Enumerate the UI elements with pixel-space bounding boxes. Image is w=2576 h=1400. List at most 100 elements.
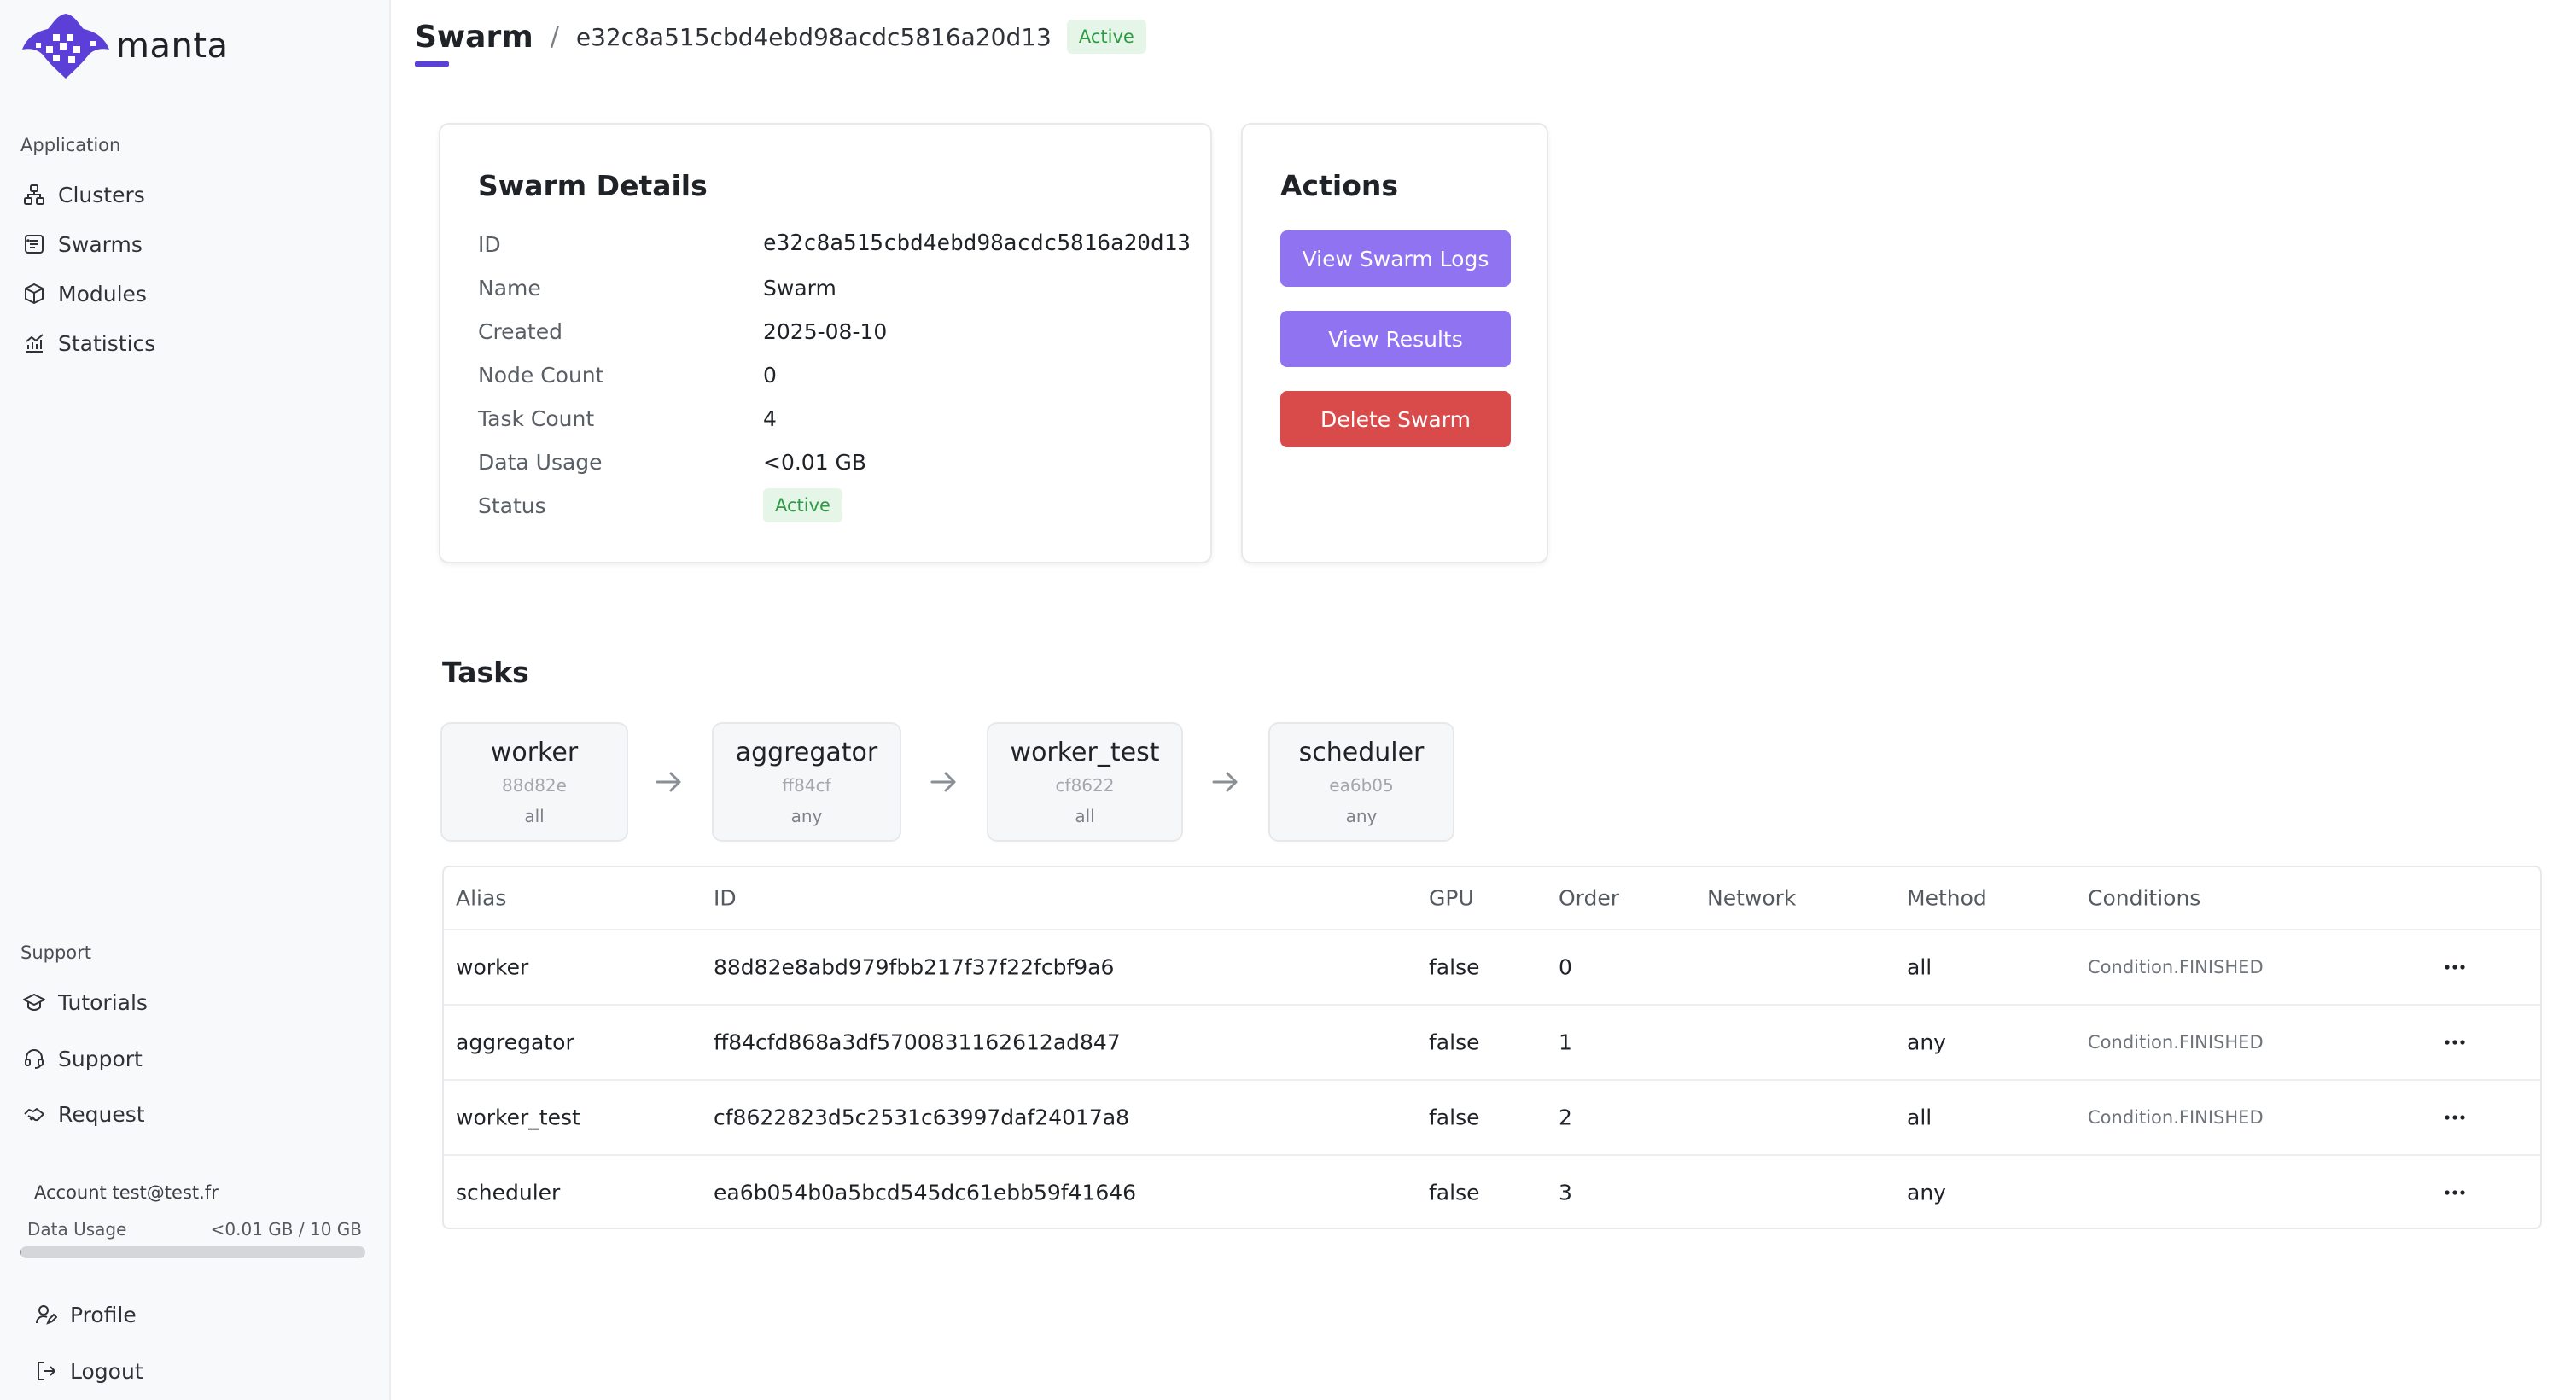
- sidebar-item-label: Profile: [70, 1302, 137, 1327]
- detail-label-id: ID: [478, 232, 501, 257]
- arrow-right-icon: [1212, 772, 1238, 792]
- breadcrumb-root-label: Swarm: [415, 19, 533, 55]
- row-more-options-icon[interactable]: [2438, 954, 2472, 980]
- row-more-options-icon[interactable]: [2438, 1030, 2472, 1055]
- task-node-scheduler[interactable]: scheduler ea6b05 any: [1268, 722, 1454, 842]
- column-header-method: Method: [1907, 885, 1987, 911]
- tasks-title: Tasks: [442, 656, 529, 689]
- data-usage-label: Data Usage: [27, 1219, 127, 1240]
- detail-value-node-count: 0: [763, 363, 777, 388]
- detail-label-created: Created: [478, 319, 562, 344]
- detail-label-node-count: Node Count: [478, 363, 604, 388]
- cell-id: 88d82e8abd979fbb217f37f22fcbf9a6: [714, 954, 1115, 980]
- row-more-options-icon[interactable]: [2438, 1180, 2472, 1205]
- tasks-table: Alias ID GPU Order Network Method Condit…: [442, 866, 2542, 1229]
- breadcrumb-active-underline: [415, 61, 449, 67]
- column-header-id: ID: [714, 885, 737, 911]
- breadcrumb-swarm-id: e32c8a515cbd4ebd98acdc5816a20d13: [575, 22, 1052, 51]
- cell-gpu: false: [1429, 1105, 1480, 1130]
- sidebar-item-modules[interactable]: Modules: [20, 275, 370, 312]
- app-root: manta Application Clusters Swarms Module…: [0, 0, 2576, 1400]
- task-node-worker[interactable]: worker 88d82e all: [440, 722, 628, 842]
- sidebar-item-label: Request: [58, 1101, 145, 1127]
- column-header-network: Network: [1707, 885, 1797, 911]
- task-node-id: ff84cf: [782, 775, 831, 796]
- actions-card: Actions View Swarm Logs View Results Del…: [1241, 123, 1548, 563]
- column-header-order: Order: [1559, 885, 1620, 911]
- detail-value-status: Active: [763, 488, 842, 522]
- swarm-details-card: Swarm Details ID e32c8a515cbd4ebd98acdc5…: [439, 123, 1212, 563]
- table-row[interactable]: scheduler ea6b054b0a5bcd545dc61ebb59f416…: [444, 1156, 2540, 1229]
- graduation-cap-icon: [20, 989, 48, 1016]
- status-badge: Active: [1066, 20, 1146, 54]
- task-node-name: worker: [490, 738, 579, 767]
- table-row[interactable]: worker 88d82e8abd979fbb217f37f22fcbf9a6 …: [444, 930, 2540, 1006]
- cell-order: 2: [1559, 1105, 1572, 1130]
- breadcrumb: Swarm / e32c8a515cbd4ebd98acdc5816a20d13…: [415, 17, 1146, 67]
- cell-alias: worker_test: [456, 1105, 580, 1130]
- arrow-right-icon: [930, 772, 956, 792]
- detail-label-data-usage: Data Usage: [478, 450, 603, 475]
- sidebar: manta Application Clusters Swarms Module…: [0, 0, 391, 1400]
- task-node-method: any: [1345, 806, 1378, 826]
- handshake-icon: [20, 1100, 48, 1128]
- sidebar-item-clusters[interactable]: Clusters: [20, 176, 370, 213]
- table-header-row: Alias ID GPU Order Network Method Condit…: [444, 867, 2540, 930]
- table-row[interactable]: aggregator ff84cfd868a3df5700831162612ad…: [444, 1006, 2540, 1081]
- account-email: Account test@test.fr: [34, 1182, 219, 1203]
- cell-order: 1: [1559, 1030, 1572, 1055]
- application-section-label: Application: [20, 135, 121, 155]
- task-node-name: aggregator: [735, 738, 878, 767]
- row-more-options-icon[interactable]: [2438, 1105, 2472, 1130]
- sidebar-item-statistics[interactable]: Statistics: [20, 324, 370, 362]
- task-node-id: ea6b05: [1329, 775, 1394, 796]
- sidebar-item-label: Modules: [58, 281, 147, 306]
- sidebar-item-label: Tutorials: [58, 989, 148, 1015]
- sidebar-item-support[interactable]: Support: [20, 1040, 370, 1077]
- view-swarm-logs-button[interactable]: View Swarm Logs: [1280, 230, 1511, 287]
- arrow-right-icon: [656, 772, 681, 792]
- cell-method: any: [1907, 1180, 1946, 1205]
- clusters-icon: [20, 181, 48, 208]
- view-results-button[interactable]: View Results: [1280, 311, 1511, 367]
- cell-order: 0: [1559, 954, 1572, 980]
- cell-id: ea6b054b0a5bcd545dc61ebb59f41646: [714, 1180, 1137, 1205]
- task-node-method: all: [1075, 806, 1095, 826]
- data-usage-row: Data Usage <0.01 GB / 10 GB: [27, 1219, 362, 1240]
- cell-method: all: [1907, 1105, 1932, 1130]
- table-row[interactable]: worker_test cf8622823d5c2531c63997daf240…: [444, 1081, 2540, 1156]
- support-section-label: Support: [20, 942, 92, 963]
- sidebar-item-label: Swarms: [58, 231, 143, 257]
- detail-label-name: Name: [478, 276, 541, 300]
- sidebar-item-request[interactable]: Request: [20, 1095, 370, 1133]
- cell-conditions: Condition.FINISHED: [2088, 957, 2264, 977]
- cell-id: ff84cfd868a3df5700831162612ad847: [714, 1030, 1121, 1055]
- detail-label-status: Status: [478, 493, 546, 518]
- sidebar-item-label: Statistics: [58, 330, 156, 356]
- column-header-conditions: Conditions: [2088, 885, 2201, 911]
- sidebar-item-swarms[interactable]: Swarms: [20, 225, 370, 263]
- cell-order: 3: [1559, 1180, 1572, 1205]
- sidebar-item-logout[interactable]: Logout: [32, 1352, 382, 1390]
- cell-alias: scheduler: [456, 1180, 561, 1205]
- status-badge: Active: [763, 488, 842, 522]
- app-name: manta: [116, 26, 229, 66]
- swarm-details-title: Swarm Details: [478, 169, 708, 202]
- task-node-id: cf8622: [1055, 775, 1115, 796]
- detail-label-task-count: Task Count: [478, 406, 595, 431]
- cell-conditions: Condition.FINISHED: [2088, 1107, 2264, 1128]
- delete-swarm-button[interactable]: Delete Swarm: [1280, 391, 1511, 447]
- cell-alias: aggregator: [456, 1030, 574, 1055]
- manta-logo[interactable]: manta: [19, 9, 229, 84]
- sidebar-item-profile[interactable]: Profile: [32, 1296, 382, 1333]
- task-node-worker-test[interactable]: worker_test cf8622 all: [987, 722, 1183, 842]
- breadcrumb-root-link[interactable]: Swarm: [415, 19, 533, 67]
- sidebar-item-label: Clusters: [58, 182, 145, 207]
- task-node-method: all: [524, 806, 545, 826]
- sidebar-item-tutorials[interactable]: Tutorials: [20, 983, 370, 1021]
- cell-alias: worker: [456, 954, 529, 980]
- column-header-alias: Alias: [456, 885, 507, 911]
- task-node-aggregator[interactable]: aggregator ff84cf any: [712, 722, 901, 842]
- cell-gpu: false: [1429, 1180, 1480, 1205]
- detail-value-name: Swarm: [763, 276, 836, 300]
